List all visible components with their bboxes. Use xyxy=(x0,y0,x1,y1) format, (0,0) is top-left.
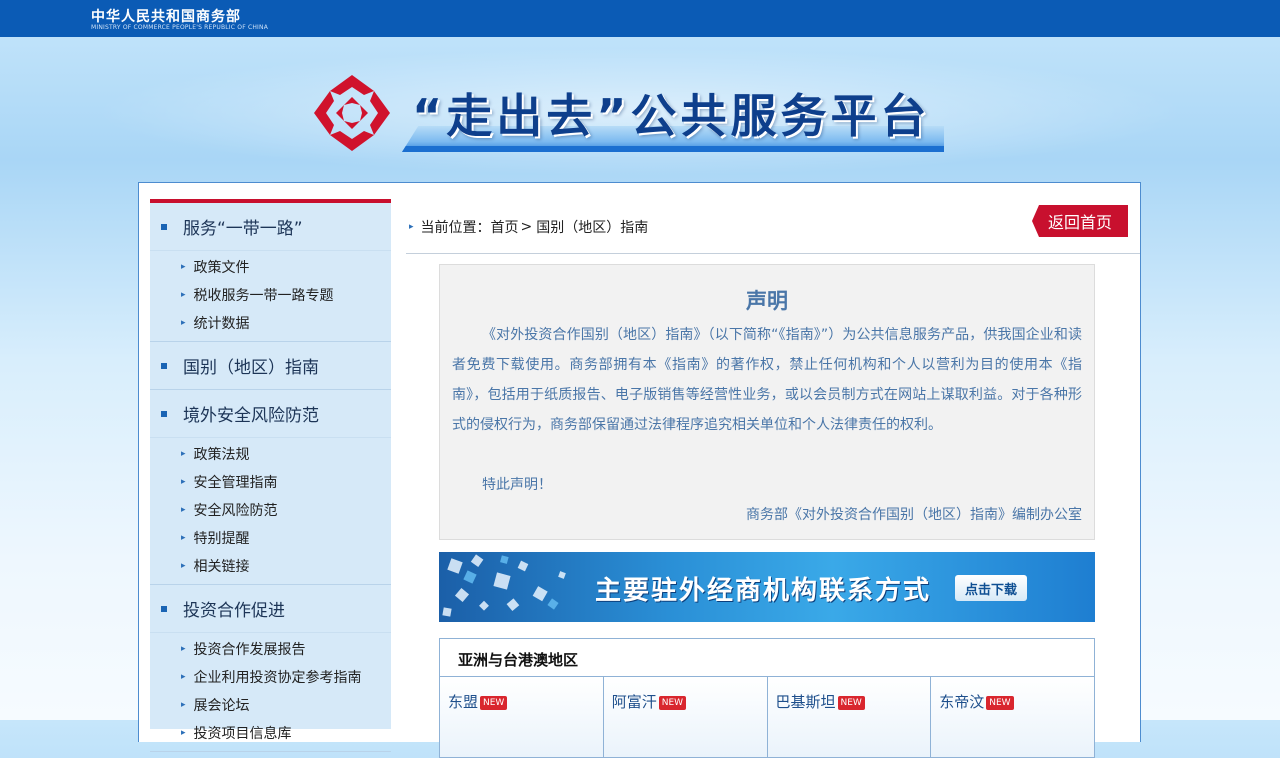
sidebar-sublist: ▸ 投资合作发展报告 ▸ 企业利用投资协定参考指南 ▸ 展会论坛 ▸ 投资项目信息库 xyxy=(150,632,391,751)
sidebar-item-label: 展会论坛 xyxy=(193,698,250,714)
breadcrumb-divider xyxy=(406,253,1140,254)
country-link[interactable]: 东帝汶 xyxy=(939,693,984,711)
country-link[interactable]: 阿富汗 xyxy=(612,693,657,711)
platform-logo-icon xyxy=(314,75,390,151)
new-badge: NEW xyxy=(986,696,1014,710)
triangle-right-icon: ▸ xyxy=(181,533,186,543)
back-to-home-button[interactable]: 返回首页 xyxy=(1032,205,1128,237)
square-bullet-icon xyxy=(161,223,167,230)
triangle-right-icon: ▸ xyxy=(181,728,186,738)
triangle-right-icon: ▸ xyxy=(409,222,414,232)
notice-title: 声明 xyxy=(746,289,788,313)
sidebar-item-label: 投资合作发展报告 xyxy=(193,642,306,658)
banner-title: “走出去”公共服务平台 xyxy=(412,89,931,143)
triangle-right-icon: ▸ xyxy=(181,505,186,515)
notice-signature: 商务部《对外投资合作国别（地区）指南》编制办公室 xyxy=(746,507,1082,523)
square-bullet-icon xyxy=(161,362,167,369)
sidebar-item-label: 安全风险防范 xyxy=(193,503,278,519)
triangle-right-icon: ▸ xyxy=(181,477,186,487)
sidebar-item-label: 政策文件 xyxy=(193,260,250,276)
breadcrumb-separator: > xyxy=(520,219,533,235)
sidebar-item-statistics[interactable]: ▸ 统计数据 xyxy=(150,309,391,337)
new-badge: NEW xyxy=(658,696,687,710)
sidebar-section-country-guide: 国别（地区）指南 xyxy=(150,342,391,390)
triangle-right-icon: ▸ xyxy=(181,672,186,682)
country-cell-timor-leste[interactable]: 东帝汶 NEW xyxy=(931,677,1094,757)
region-panel-asia: 亚洲与台港澳地区 东盟 NEW 阿富汗 NEW 巴基斯坦 NEW 东帝汶 NEW xyxy=(439,638,1095,758)
sidebar-item-related-links[interactable]: ▸ 相关链接 xyxy=(150,552,391,580)
download-banner-title: 主要驻外经商机构联系方式 xyxy=(595,576,932,606)
notice-body: 《对外投资合作国别（地区）指南》（以下简称“《指南》”）为公共信息服务产品，供我… xyxy=(452,327,1082,433)
sidebar-heading-investment[interactable]: 投资合作促进 xyxy=(150,585,391,632)
sidebar-sublist: ▸ 政策文件 ▸ 税收服务一带一路专题 ▸ 统计数据 xyxy=(150,250,391,341)
triangle-right-icon: ▸ xyxy=(181,449,186,459)
sidebar-item-tax-service[interactable]: ▸ 税收服务一带一路专题 xyxy=(150,281,391,309)
sidebar-item-label: 政策法规 xyxy=(193,447,250,463)
breadcrumb: ▸ 当前位置： 首页 > 国别（地区）指南 xyxy=(409,217,648,237)
sidebar-item-dev-report[interactable]: ▸ 投资合作发展报告 xyxy=(150,635,391,663)
cubes-decoration-icon xyxy=(442,554,566,617)
sidebar-heading-country-guide[interactable]: 国别（地区）指南 xyxy=(150,342,391,389)
sidebar-section-investment: 投资合作促进 ▸ 投资合作发展报告 ▸ 企业利用投资协定参考指南 ▸ 展会论坛 ▸ 投资… xyxy=(150,585,391,752)
notice-box: 声明 《对外投资合作国别（地区）指南》（以下简称“《指南》”）为公共信息服务产品… xyxy=(439,264,1095,540)
country-link[interactable]: 东盟 xyxy=(448,693,478,711)
country-cell-afghanistan[interactable]: 阿富汗 NEW xyxy=(603,677,768,757)
breadcrumb-current-link[interactable]: 国别（地区）指南 xyxy=(536,217,648,237)
breadcrumb-home-link[interactable]: 首页 xyxy=(491,217,519,237)
country-cell-pakistan[interactable]: 巴基斯坦 NEW xyxy=(767,677,932,757)
triangle-right-icon: ▸ xyxy=(181,318,186,328)
sidebar-item-label: 安全管理指南 xyxy=(193,475,278,491)
triangle-right-icon: ▸ xyxy=(181,290,186,300)
sidebar-item-agreement-guide[interactable]: ▸ 企业利用投资协定参考指南 xyxy=(150,663,391,691)
new-badge: NEW xyxy=(480,696,508,710)
sidebar-section-belt-road: 服务“一带一路” ▸ 政策文件 ▸ 税收服务一带一路专题 ▸ 统计数据 xyxy=(150,203,391,342)
triangle-right-icon: ▸ xyxy=(181,561,186,571)
triangle-right-icon: ▸ xyxy=(181,262,186,272)
sidebar-item-project-db[interactable]: ▸ 投资项目信息库 xyxy=(150,719,391,747)
sidebar-item-expo-forum[interactable]: ▸ 展会论坛 xyxy=(150,691,391,719)
country-link[interactable]: 巴基斯坦 xyxy=(776,693,836,711)
sidebar-heading-label: 境外安全风险防范 xyxy=(183,406,319,426)
top-bar: 中华人民共和国商务部 MINISTRY OF COMMERCE PEOPLE'S… xyxy=(0,0,1280,37)
triangle-right-icon: ▸ xyxy=(181,700,186,710)
sidebar-section-security-risk: 境外安全风险防范 ▸ 政策法规 ▸ 安全管理指南 ▸ 安全风险防范 ▸ 特别提醒 ▸ 相关… xyxy=(150,390,391,585)
region-title: 亚洲与台港澳地区 xyxy=(458,651,579,669)
country-cell-asean[interactable]: 东盟 NEW xyxy=(440,677,604,757)
contacts-download-banner[interactable]: 主要驻外经商机构联系方式 点击下载 xyxy=(439,552,1095,622)
breadcrumb-prefix: 当前位置： xyxy=(420,220,491,236)
sidebar-heading-label: 投资合作促进 xyxy=(183,601,285,621)
sidebar-item-security-guide[interactable]: ▸ 安全管理指南 xyxy=(150,468,391,496)
sidebar-item-special-alerts[interactable]: ▸ 特别提醒 xyxy=(150,524,391,552)
ministry-name-cn[interactable]: 中华人民共和国商务部 xyxy=(91,6,241,26)
sidebar-item-risk-prevention[interactable]: ▸ 安全风险防范 xyxy=(150,496,391,524)
sidebar-heading-label: 国别（地区）指南 xyxy=(183,358,319,378)
notice-closing: 特此声明！ xyxy=(482,477,552,493)
sidebar-heading-belt-road[interactable]: 服务“一带一路” xyxy=(150,203,391,250)
triangle-right-icon: ▸ xyxy=(181,644,186,654)
sidebar-item-label: 投资项目信息库 xyxy=(193,726,292,742)
sidebar-item-label: 相关链接 xyxy=(193,559,250,575)
region-country-row: 东盟 NEW 阿富汗 NEW 巴基斯坦 NEW 东帝汶 NEW xyxy=(440,677,1094,757)
sidebar-item-label: 统计数据 xyxy=(193,316,250,332)
sidebar-sublist: ▸ 政策法规 ▸ 安全管理指南 ▸ 安全风险防范 ▸ 特别提醒 ▸ 相关链接 xyxy=(150,437,391,584)
sidebar-item-regulations[interactable]: ▸ 政策法规 xyxy=(150,440,391,468)
ministry-name-en: MINISTRY OF COMMERCE PEOPLE'S REPUBLIC O… xyxy=(91,24,269,31)
sidebar-heading-label: 服务“一带一路” xyxy=(183,219,303,239)
new-badge: NEW xyxy=(837,696,865,710)
download-button[interactable]: 点击下载 xyxy=(955,575,1027,601)
square-bullet-icon xyxy=(161,410,167,417)
sidebar: 服务“一带一路” ▸ 政策文件 ▸ 税收服务一带一路专题 ▸ 统计数据 国别（地区）指… xyxy=(150,199,391,752)
sidebar-item-policy-docs[interactable]: ▸ 政策文件 xyxy=(150,253,391,281)
sidebar-heading-security-risk[interactable]: 境外安全风险防范 xyxy=(150,390,391,437)
sidebar-item-label: 特别提醒 xyxy=(193,531,250,547)
sidebar-item-label: 税收服务一带一路专题 xyxy=(193,288,334,304)
square-bullet-icon xyxy=(161,605,167,612)
sidebar-item-label: 企业利用投资协定参考指南 xyxy=(193,670,362,686)
